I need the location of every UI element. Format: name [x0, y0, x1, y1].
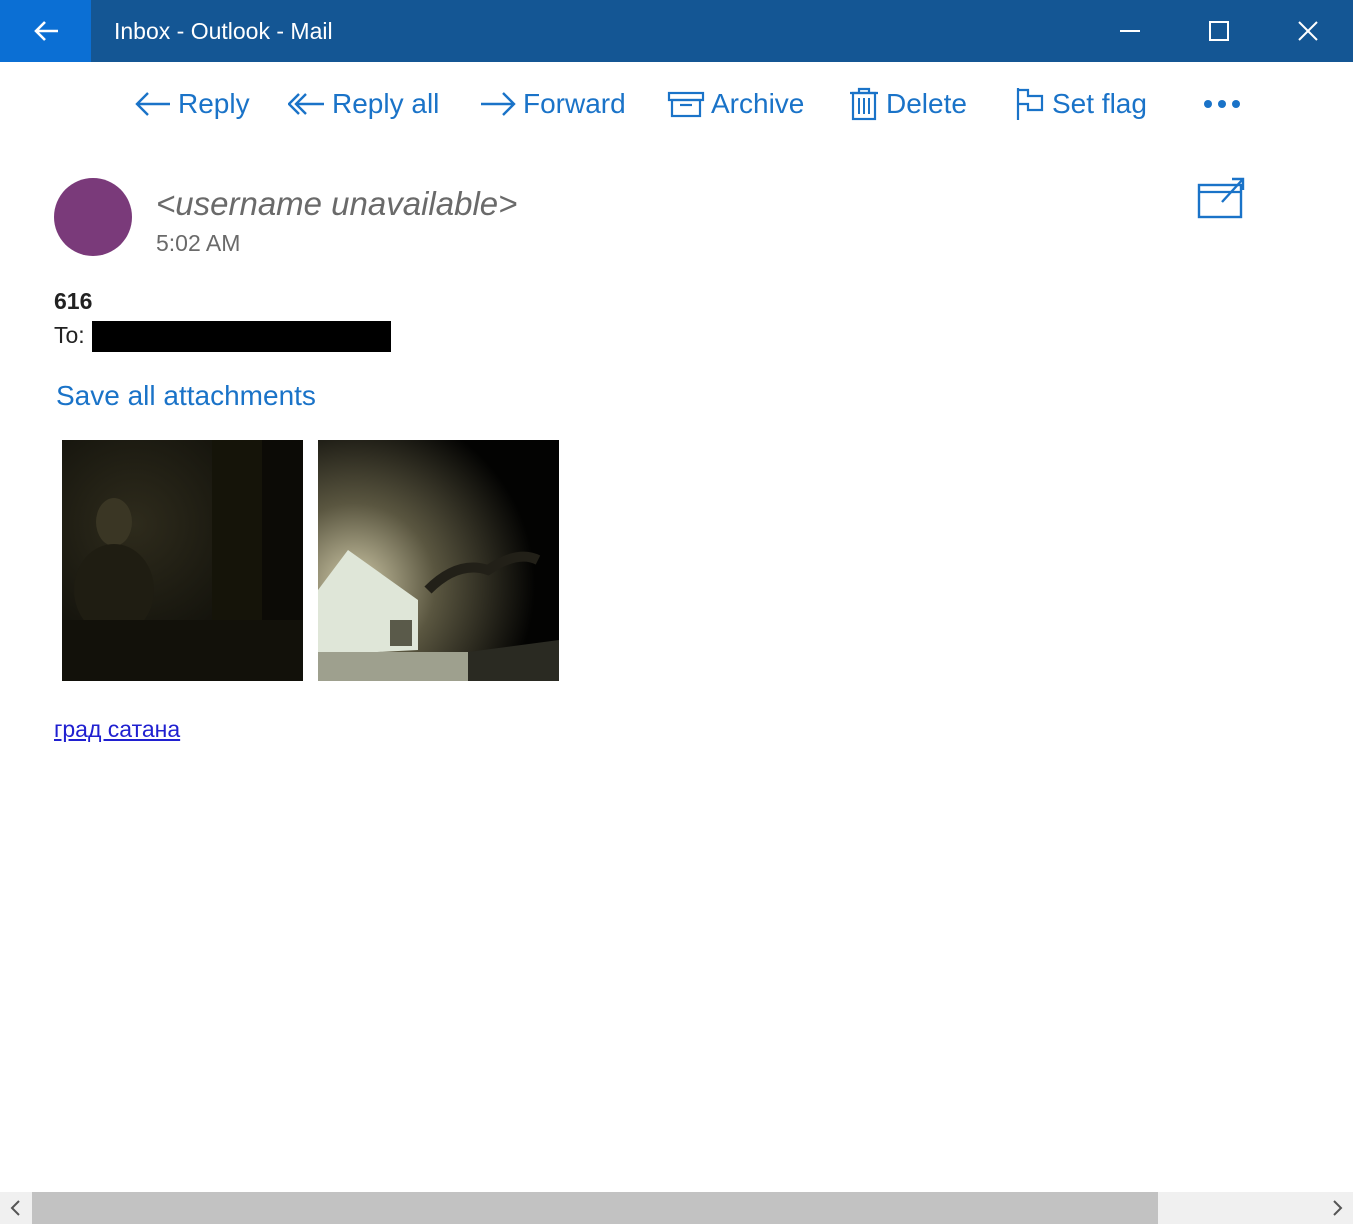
archive-label: Archive: [711, 88, 805, 119]
forward-arrow-icon: [481, 92, 516, 116]
archive-box-icon: [667, 91, 705, 118]
to-label: To:: [54, 322, 85, 348]
maximize-button[interactable]: [1175, 0, 1263, 62]
close-icon: [1298, 21, 1318, 41]
more-options-button[interactable]: [1202, 84, 1250, 124]
command-toolbar: Reply Reply all Forward Archive Delete S…: [0, 62, 1353, 148]
dark-room-photo: [62, 440, 303, 681]
close-button[interactable]: [1264, 0, 1352, 62]
scrollbar-thumb[interactable]: [32, 1192, 1158, 1224]
reply-button[interactable]: Reply: [134, 84, 250, 124]
delete-label: Delete: [886, 88, 967, 119]
open-in-new-window-button[interactable]: [1196, 176, 1248, 220]
flag-icon: [1016, 88, 1044, 120]
delete-button[interactable]: Delete: [848, 84, 967, 124]
reply-all-arrow-icon: [288, 93, 324, 115]
redacted-recipient: [92, 321, 391, 352]
night-house-photo: [318, 440, 559, 681]
reply-all-button[interactable]: Reply all: [288, 84, 439, 124]
window-title: Inbox - Outlook - Mail: [114, 18, 333, 44]
scroll-left-icon[interactable]: [4, 1196, 28, 1220]
minimize-icon: [1120, 30, 1140, 32]
back-button[interactable]: [0, 0, 91, 62]
set-flag-label: Set flag: [1052, 88, 1147, 119]
message-subject: 616: [54, 288, 93, 314]
horizontal-scrollbar[interactable]: [0, 1192, 1353, 1224]
forward-button[interactable]: Forward: [479, 84, 626, 124]
popout-icon: [1197, 177, 1245, 219]
reply-arrow-icon: [135, 92, 170, 116]
message-body-link[interactable]: град сатана: [54, 716, 180, 743]
reply-label: Reply: [178, 88, 250, 119]
reply-all-label: Reply all: [332, 88, 440, 119]
maximize-icon: [1209, 21, 1229, 41]
scroll-right-icon[interactable]: [1325, 1196, 1349, 1220]
forward-label: Forward: [523, 88, 626, 119]
set-flag-button[interactable]: Set flag: [1014, 84, 1147, 124]
save-all-attachments-link[interactable]: Save all attachments: [56, 380, 316, 412]
trash-can-icon: [850, 87, 878, 121]
archive-button[interactable]: Archive: [667, 84, 804, 124]
attachment-thumbnail[interactable]: [62, 440, 303, 681]
more-dots-icon: [1204, 100, 1240, 108]
back-arrow-icon: [33, 21, 58, 41]
sender-avatar[interactable]: [54, 178, 132, 256]
message-time: 5:02 AM: [156, 230, 241, 256]
title-bar: Inbox - Outlook - Mail: [0, 0, 1353, 62]
attachment-thumbnail[interactable]: [318, 440, 559, 681]
minimize-button[interactable]: [1086, 0, 1174, 62]
sender-name[interactable]: <username unavailable>: [156, 184, 517, 224]
